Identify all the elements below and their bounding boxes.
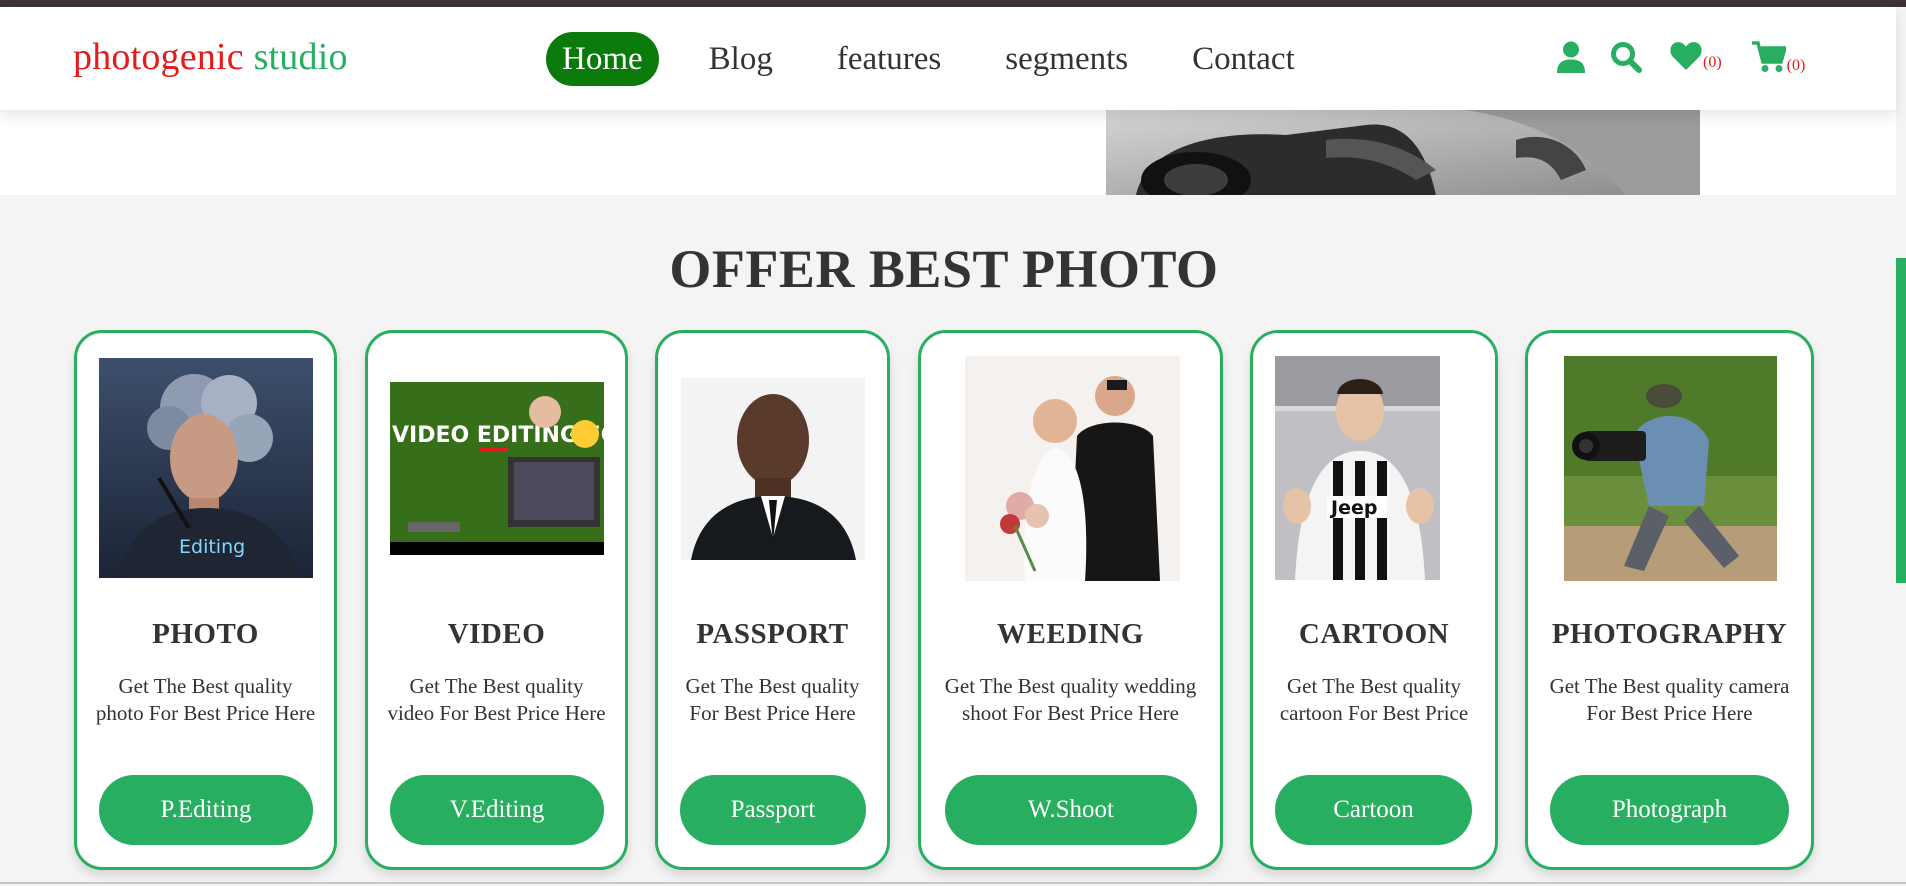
card-photo-image-text: Editing xyxy=(179,536,245,558)
nav-contact[interactable]: Contact xyxy=(1192,32,1295,86)
nav-blog[interactable]: Blog xyxy=(709,32,773,86)
card-cartoon-button[interactable]: Cartoon xyxy=(1275,775,1472,845)
cart-icon xyxy=(1751,41,1786,72)
card-cartoon-image-text: Jeep xyxy=(1329,497,1377,519)
card-video-desc: Get The Best quality video For Best Pric… xyxy=(387,674,606,725)
card-passport-desc: Get The Best quality For Best Price Here xyxy=(685,674,860,725)
section-title: OFFER BEST PHOTO xyxy=(669,239,1219,299)
card-cartoon-title: CARTOON xyxy=(1298,618,1450,650)
user-icon xyxy=(1557,41,1585,73)
main-nav: Home Blog features segments Contact xyxy=(546,32,1295,86)
brand-part-1: photogenic xyxy=(73,36,244,78)
hero-camera-image xyxy=(1106,110,1700,195)
bottom-divider xyxy=(0,882,1906,884)
wishlist-count: (0) xyxy=(1703,54,1722,71)
card-passport: PASSPORT Get The Best quality For Best P… xyxy=(655,330,890,870)
nav-home[interactable]: Home xyxy=(546,32,659,86)
card-passport-image xyxy=(681,378,865,560)
cart-count: (0) xyxy=(1786,57,1806,74)
card-cartoon-image: Jeep xyxy=(1275,356,1440,580)
card-video-title: VIDEO xyxy=(447,618,546,650)
card-cartoon-desc: Get The Best quality cartoon For Best Pr… xyxy=(1279,674,1469,725)
scrollbar[interactable] xyxy=(1896,258,1906,583)
card-photography-image xyxy=(1564,356,1777,581)
user-button[interactable] xyxy=(1556,41,1586,73)
card-cartoon: Jeep CARTOON Get The Best quality cartoo… xyxy=(1250,330,1498,870)
card-photo: Editing PHOTO Get The Best quality photo… xyxy=(74,330,337,870)
search-icon xyxy=(1611,42,1642,73)
card-video-button[interactable]: V.Editing xyxy=(390,775,604,845)
card-photo-desc: Get The Best quality photo For Best Pric… xyxy=(95,674,316,725)
top-strip xyxy=(0,0,1906,7)
card-photography: PHOTOGRAPHY Get The Best quality camera … xyxy=(1525,330,1814,870)
hero-section xyxy=(0,110,1896,195)
card-wedding-desc: Get The Best quality wedding shoot For B… xyxy=(944,674,1197,725)
card-wedding-image xyxy=(965,356,1180,581)
card-photography-button[interactable]: Photograph xyxy=(1550,775,1789,845)
nav-segments[interactable]: segments xyxy=(1005,32,1128,86)
search-button[interactable] xyxy=(1610,41,1642,73)
brand-part-2: studio xyxy=(253,36,348,78)
brand-logo[interactable]: photogenic studio xyxy=(73,35,348,79)
card-photo-button[interactable]: P.Editing xyxy=(99,775,313,845)
wishlist-button[interactable]: (0) xyxy=(1670,41,1722,71)
card-passport-button[interactable]: Passport xyxy=(680,775,866,845)
card-wedding-button[interactable]: W.Shoot xyxy=(945,775,1197,845)
cart-button[interactable]: (0) xyxy=(1751,41,1806,74)
card-photo-image: Editing xyxy=(99,358,313,578)
navbar: photogenic studio Home Blog features seg… xyxy=(0,7,1896,110)
card-photography-desc: Get The Best quality camera For Best Pri… xyxy=(1549,674,1790,725)
card-video-image: VIDEO EDITING FOR BEGINNERS xyxy=(390,382,604,555)
card-photography-title: PHOTOGRAPHY xyxy=(1551,618,1788,650)
nav-features[interactable]: features xyxy=(837,32,941,86)
card-photo-title: PHOTO xyxy=(152,618,259,650)
card-passport-title: PASSPORT xyxy=(696,618,849,650)
card-wedding: WEEDING Get The Best quality wedding sho… xyxy=(918,330,1223,870)
card-wedding-title: WEEDING xyxy=(997,618,1144,650)
header-icons: (0) (0) xyxy=(1556,41,1806,74)
card-video: VIDEO EDITING FOR BEGINNERS VIDEO Get Th… xyxy=(365,330,628,870)
heart-icon xyxy=(1670,42,1702,70)
